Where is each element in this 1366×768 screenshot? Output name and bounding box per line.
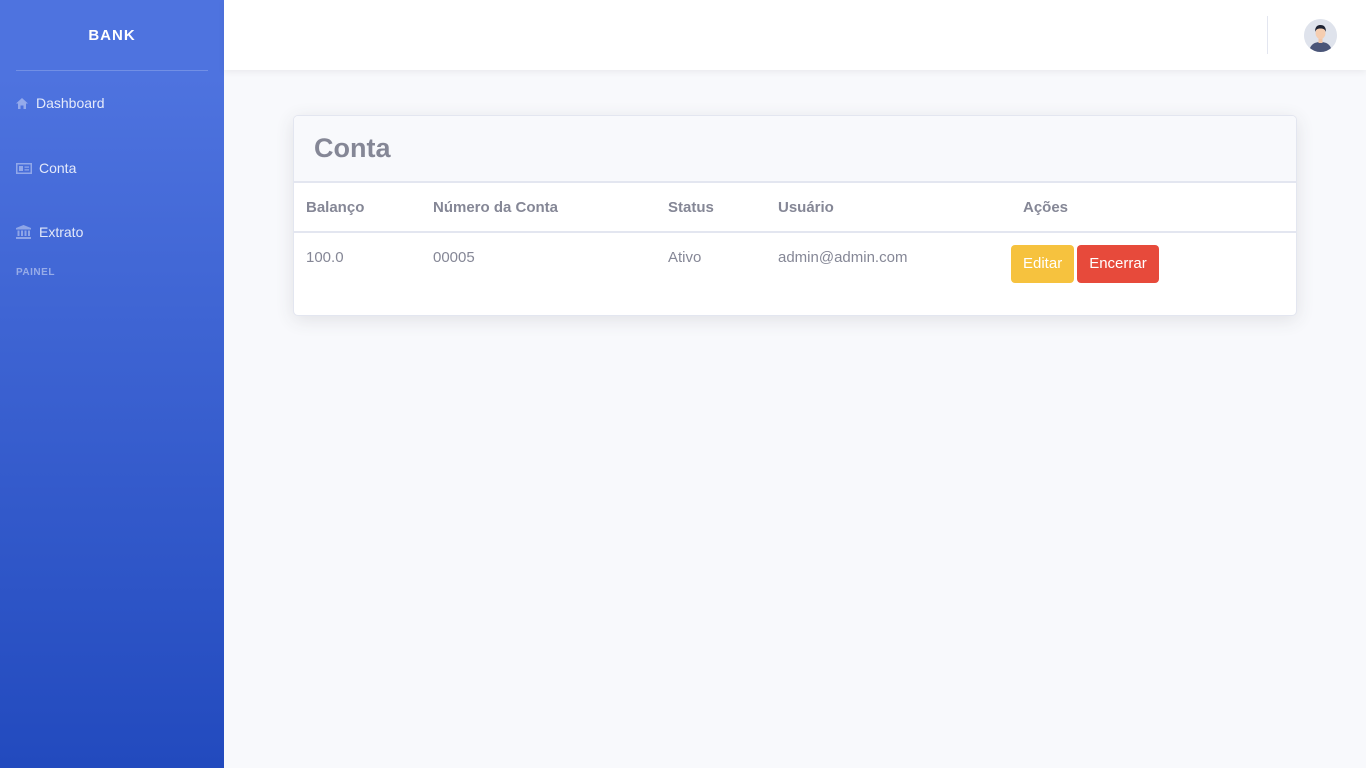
column-header-account-number: Número da Conta <box>421 183 656 233</box>
close-account-button[interactable]: Encerrar <box>1077 245 1159 283</box>
id-card-icon <box>16 161 35 175</box>
account-table: Balanço Número da Conta Status Usuário A… <box>294 183 1296 314</box>
sidebar-divider <box>16 70 208 71</box>
cell-balance: 100.0 <box>306 249 344 266</box>
table-header-row: Balanço Número da Conta Status Usuário A… <box>294 183 1296 233</box>
account-card: Conta Balanço Número da Conta Status Usu… <box>293 115 1297 316</box>
cell-status: Ativo <box>668 249 702 266</box>
column-header-status: Status <box>656 183 766 233</box>
topbar <box>224 0 1366 70</box>
column-header-balance: Balanço <box>294 183 421 233</box>
sidebar-item-label: Extrato <box>39 224 84 240</box>
cell-account-number: 00005 <box>433 249 475 266</box>
cell-actions: Editar Encerrar <box>999 232 1296 314</box>
sidebar-item-conta[interactable]: Conta <box>16 160 76 176</box>
home-icon <box>16 96 32 110</box>
table-row: 100.0 00005 Ativo admin@admin.com Editar… <box>294 232 1296 314</box>
sidebar-item-label: Conta <box>39 160 77 176</box>
bank-icon <box>16 225 35 239</box>
sidebar-item-label: Dashboard <box>36 95 105 111</box>
sidebar: BANK Dashboard Conta Extrato PAINEL <box>0 0 224 768</box>
column-header-actions: Ações <box>999 183 1296 233</box>
column-header-user: Usuário <box>766 183 999 233</box>
topbar-divider <box>1267 16 1268 54</box>
card-title: Conta <box>314 133 391 163</box>
sidebar-brand[interactable]: BANK <box>0 0 224 70</box>
card-header: Conta <box>294 116 1296 183</box>
user-avatar-icon[interactable] <box>1304 19 1337 52</box>
sidebar-item-dashboard[interactable]: Dashboard <box>16 95 105 111</box>
edit-button[interactable]: Editar <box>1011 245 1075 283</box>
cell-user: admin@admin.com <box>778 249 908 266</box>
sidebar-heading: PAINEL <box>16 267 55 278</box>
sidebar-item-extrato[interactable]: Extrato <box>16 224 83 240</box>
